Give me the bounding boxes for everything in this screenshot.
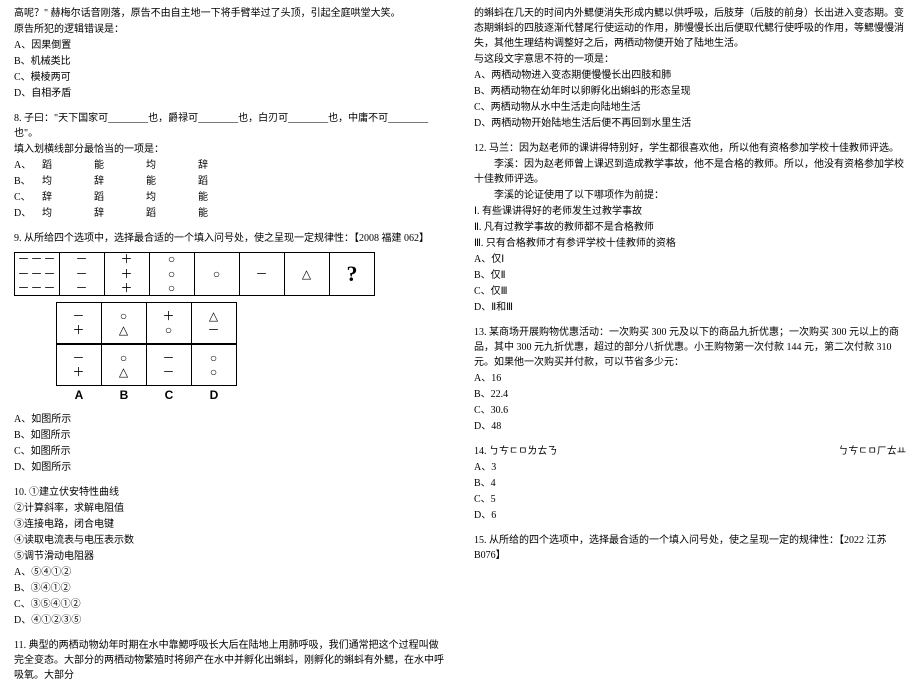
question-mark-box: ?: [329, 252, 375, 296]
q7-intro2: 原告所犯的逻辑错误是：: [14, 22, 446, 37]
q10-block: 10. ①建立伏安特性曲线 ②计算斜率，求解电阻值 ③连接电路，闭合电键 ④读取…: [14, 485, 446, 628]
q7-opt-d: D、自相矛盾: [14, 86, 446, 101]
q7-block: 高呢？" 赫梅尔话音刚落，原告不由自主地一下将手臂举过了头顶，引起全庭哄堂大笑。…: [14, 6, 446, 101]
q7-opt-b: B、机械类比: [14, 54, 446, 69]
q8-note: 填入划横线部分最恰当的一项是：: [14, 142, 446, 157]
q8-stem: 8. 子曰："天下国家可________也，爵禄可________也，白刃可__…: [14, 111, 446, 141]
q14-block: 14. ㄅㄘㄷㅁㄌㄊㄋ ㄅㄘㄷㅁㄏㄊㅛ A、3 B、4 C、5 D、6: [474, 444, 906, 523]
q15-block: 15. 从所给的四个选项中，选择最合适的一个填入问号处，使之呈现一定的规律性：【…: [474, 533, 906, 563]
q9-stem: 9. 从所给四个选项中，选择最合适的一个填入问号处，使之呈现一定规律性：【200…: [14, 231, 446, 246]
q11-text: 11. 典型的两栖动物幼年时期在水中靠鰓呼吸长大后在陆地上用肺呼吸，我们通常把这…: [14, 638, 446, 683]
q13-block: 13. 某商场开展购物优惠活动：一次购买 300 元及以下的商品九折优惠；一次购…: [474, 325, 906, 434]
q15-stem: 15. 从所给的四个选项中，选择最合适的一个填入问号处，使之呈现一定的规律性：【…: [474, 533, 906, 563]
q7-opt-a: A、因果倒置: [14, 38, 446, 53]
q9-puzzle: －－－－－－－－－ －－－ ＋＋＋ ○○○ ○ － △ ? －＋ ○△ ＋○ △…: [14, 252, 446, 404]
q9-block: 9. 从所给四个选项中，选择最合适的一个填入问号处，使之呈现一定规律性：【200…: [14, 231, 446, 475]
q8-table: A、蹈能均辞 B、均辞能蹈 C、辞蹈均能 D、均辞蹈能: [14, 158, 446, 221]
q8-block: 8. 子曰："天下国家可________也，爵禄可________也，白刃可__…: [14, 111, 446, 221]
q7-intro1: 高呢？" 赫梅尔话音刚落，原告不由自主地一下将手臂举过了头顶，引起全庭哄堂大笑。: [14, 6, 446, 21]
q7-opt-c: C、模棱两可: [14, 70, 446, 85]
q11c-block: 的蝌蚪在几天的时间内外鰓便消失形成内鰓以供呼吸，后肢芽（后肢的前身）长出进入变态…: [474, 6, 906, 131]
q11-block: 11. 典型的两栖动物幼年时期在水中靠鰓呼吸长大后在陆地上用肺呼吸，我们通常把这…: [14, 638, 446, 683]
q12-block: 12. 马兰：因为赵老师的课讲得特别好，学生都很喜欢他，所以他有资格参加学校十佳…: [474, 141, 906, 315]
